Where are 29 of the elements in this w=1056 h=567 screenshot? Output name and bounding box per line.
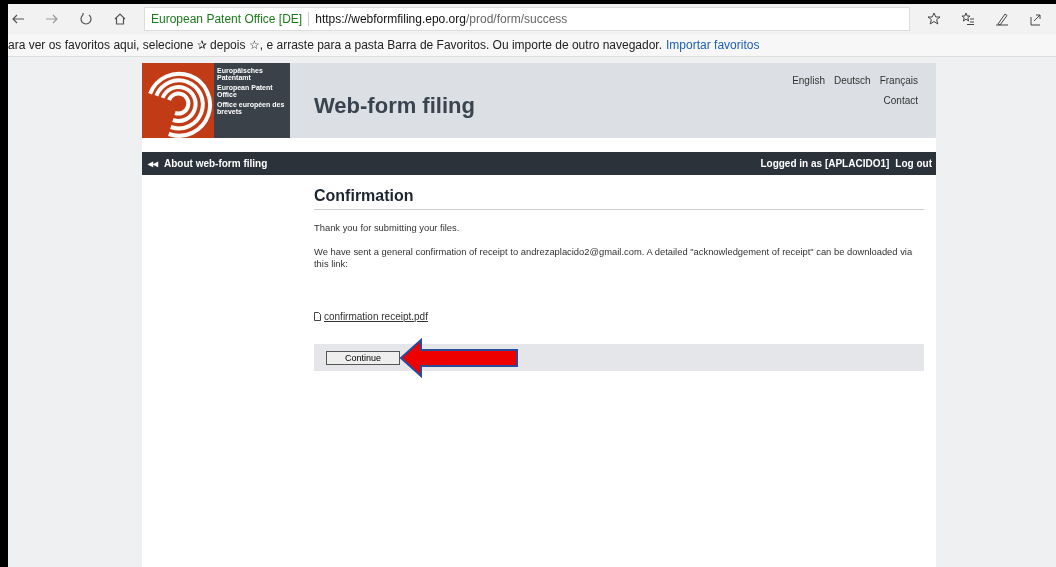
back-arrows-icon: ◂◂ xyxy=(148,158,158,169)
continue-button[interactable]: Continue xyxy=(326,350,401,365)
logout-link[interactable]: Log out xyxy=(895,158,932,169)
import-favorites-link[interactable]: Importar favoritos xyxy=(666,38,760,52)
receipt-link[interactable]: confirmation receipt.pdf xyxy=(324,311,428,323)
language-link[interactable]: English xyxy=(792,75,825,86)
contact-link[interactable]: Contact xyxy=(883,95,918,106)
message-text: Thank you for submitting your files. xyxy=(314,222,461,234)
url-text: https://webformfiling.epo.org/prod/form/success xyxy=(314,12,569,26)
message-text: We have sent a general confirmation of receipt to andrezaplacido2@gmail.com. A detailed "acknowledgement of receipt" can be downloaded via this link: xyxy=(314,245,914,270)
section-heading: Confirmation xyxy=(314,187,924,210)
document-icon xyxy=(314,312,321,322)
address-bar[interactable]: European Patent Office [DE] https://webformfiling.epo.org/prod/form/success xyxy=(144,7,910,31)
language-link[interactable]: Français xyxy=(879,75,918,86)
pen-icon[interactable] xyxy=(995,12,1009,26)
home-icon[interactable] xyxy=(113,12,127,26)
favorites-message: ara ver os favoritos aqui, selecione ✰ depois ☆, e arraste para a pasta Barra de Favoritos. Ou importe de outro navegador. xyxy=(8,38,663,52)
back-arrow-icon[interactable] xyxy=(11,12,25,26)
refresh-icon[interactable] xyxy=(79,12,93,26)
site-identity[interactable]: European Patent Office [DE] xyxy=(145,12,310,26)
favorites-list-icon[interactable] xyxy=(961,12,975,26)
share-icon[interactable] xyxy=(1029,12,1043,26)
arrow-icon xyxy=(399,338,519,379)
about-link[interactable]: About web-form filing xyxy=(164,158,268,169)
logged-in-text: Logged in as [APLACIDO1] xyxy=(760,158,890,169)
page-title: Web-form filing xyxy=(314,93,476,120)
star-icon[interactable] xyxy=(927,12,941,26)
language-link[interactable]: Deutsch xyxy=(833,75,871,86)
forward-arrow-icon[interactable] xyxy=(45,12,59,26)
